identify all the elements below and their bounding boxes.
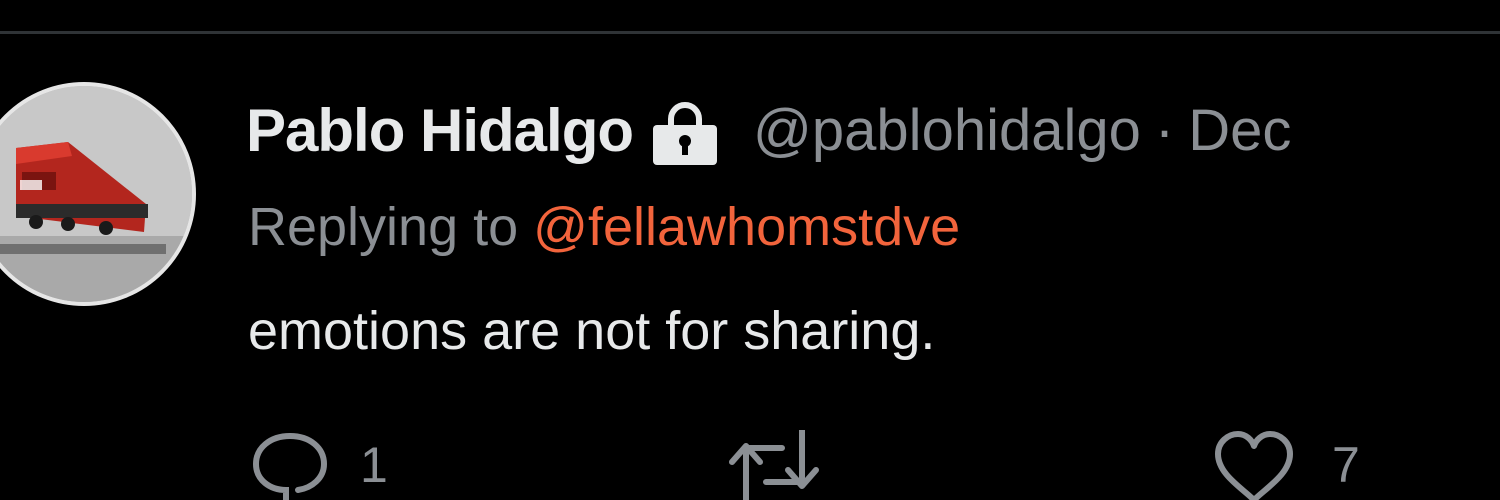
reply-context: Replying to @fellawhomstdve — [248, 196, 960, 258]
avatar[interactable] — [0, 82, 196, 306]
display-name[interactable]: Pablo Hidalgo — [246, 96, 634, 165]
handle[interactable]: @pablohidalgo — [753, 97, 1141, 164]
heart-icon — [1215, 431, 1293, 500]
tweet[interactable]: Pablo Hidalgo @pablohidalgo · Dec Replyi… — [0, 0, 1500, 500]
tweet-actions: 1 7 — [0, 430, 1500, 500]
tweet-text: emotions are not for sharing. — [248, 301, 936, 361]
reply-prefix: Replying to — [248, 197, 534, 257]
retweet-icon — [729, 430, 819, 500]
separator: · — [1154, 97, 1175, 163]
lock-icon — [649, 101, 721, 167]
retweet-button[interactable] — [724, 430, 858, 500]
train-avatar-icon — [0, 86, 192, 302]
reply-icon — [252, 433, 328, 500]
timestamp[interactable]: Dec — [1188, 97, 1291, 164]
reply-button[interactable]: 1 — [250, 430, 388, 500]
reply-mention-link[interactable]: @fellawhomstdve — [533, 197, 960, 257]
like-count: 7 — [1332, 437, 1360, 493]
like-button[interactable]: 7 — [1212, 430, 1360, 500]
tweet-header: Pablo Hidalgo @pablohidalgo · Dec — [246, 90, 1291, 170]
reply-count: 1 — [360, 437, 388, 493]
